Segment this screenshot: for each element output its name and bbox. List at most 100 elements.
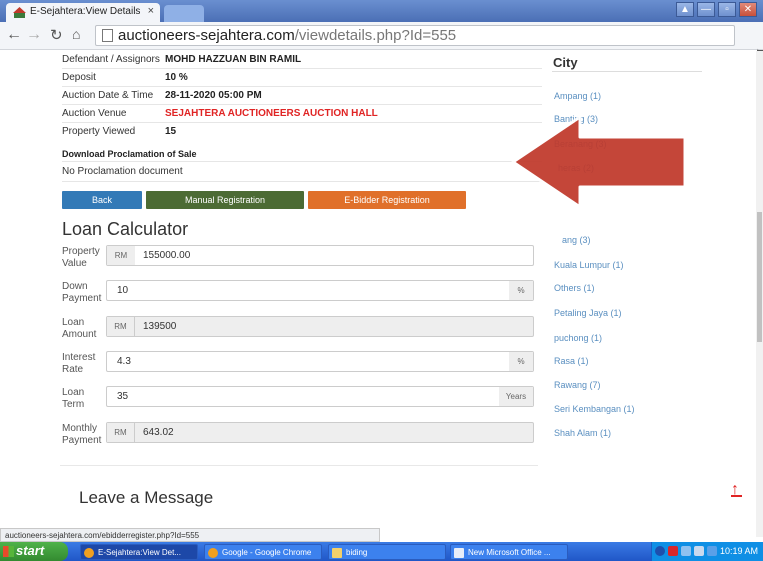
display-icon[interactable] — [707, 546, 717, 556]
detail-row: Deposit 10 % — [62, 69, 542, 87]
taskbar-label: Google - Google Chrome — [222, 548, 312, 557]
interest-rate-text: 4.3 — [117, 356, 131, 367]
loan-calculator-title: Loan Calculator — [62, 219, 189, 239]
interest-rate-label: Interest Rate — [62, 352, 96, 375]
city-link[interactable]: Ampang (1) — [554, 91, 601, 101]
taskbar-item-esejahtera[interactable]: E-Sejahtera:View Det... — [80, 544, 198, 560]
detail-label: Defendant / Assignors — [62, 54, 160, 65]
minimize-button[interactable]: — — [697, 2, 715, 17]
detail-label: Deposit — [62, 72, 96, 83]
forward-arrow-icon[interactable]: → — [26, 26, 42, 44]
chrome-icon — [208, 548, 218, 558]
detail-row: Auction Venue SEJAHTERA AUCTIONEERS AUCTI… — [62, 105, 542, 123]
currency-addon: RM — [107, 423, 135, 442]
detail-label: Auction Date & Time — [62, 90, 154, 101]
page-icon — [102, 29, 113, 42]
monthly-payment-text: 643.02 — [143, 427, 174, 438]
down-payment-field[interactable]: 10 % — [106, 280, 534, 301]
loan-term-label: Loan Term — [62, 387, 85, 410]
tab-title: E-Sejahtera:View Details — [30, 6, 141, 17]
detail-value: MOHD HAZZUAN BIN RAMIL — [165, 54, 302, 65]
taskbar-label: E-Sejahtera:View Det... — [98, 548, 182, 557]
back-button[interactable]: Back — [62, 191, 142, 209]
windows-flag-icon — [3, 546, 14, 557]
volume-icon[interactable] — [694, 546, 704, 556]
taskbar-label: biding — [346, 548, 368, 557]
back-to-top-icon[interactable]: ↑ — [731, 481, 742, 498]
currency-addon: RM — [107, 317, 135, 336]
scrollbar-thumb[interactable] — [757, 212, 762, 342]
new-tab-button[interactable] — [164, 5, 204, 22]
monthly-payment-field: RM 643.02 — [106, 422, 534, 443]
profile-button[interactable]: ▲ — [676, 2, 694, 17]
address-bar[interactable]: auctioneers-sejahtera.com/viewdetails.ph… — [95, 25, 735, 46]
interest-rate-field[interactable]: 4.3 % — [106, 351, 534, 372]
down-payment-label: Down Payment — [62, 281, 102, 304]
detail-row: Defendant / Assignors MOHD HAZZUAN BIN RA… — [62, 51, 542, 69]
system-tray: 10:19 AM — [651, 542, 763, 561]
loan-amount-label: Loan Amount — [62, 317, 97, 340]
close-window-button[interactable]: ✕ — [739, 2, 757, 17]
browser-tab-active[interactable]: E-Sejahtera:View Details × — [6, 3, 160, 22]
page-content: Defendant / Assignors MOHD HAZZUAN BIN RA… — [0, 51, 763, 537]
detail-value: 15 — [165, 126, 177, 137]
back-to-top-glyph: ↑ — [731, 481, 739, 498]
status-bar-url: auctioneers-sejahtera.com/ebidderregiste… — [0, 528, 380, 542]
url-text: auctioneers-sejahtera.com/viewdetails.ph… — [118, 27, 456, 44]
percent-addon: % — [509, 352, 533, 371]
home-icon[interactable]: ⌂ — [72, 26, 80, 42]
no-proclamation-text: No Proclamation document — [62, 166, 183, 177]
city-link[interactable]: Rasa (1) — [554, 356, 589, 366]
city-link[interactable]: Rawang (7) — [554, 380, 601, 390]
years-addon: Years — [499, 387, 533, 406]
manual-registration-button[interactable]: Manual Registration — [146, 191, 304, 209]
tab-close-icon[interactable]: × — [148, 5, 154, 17]
taskbar-item-biding[interactable]: biding — [328, 544, 446, 560]
city-link[interactable]: puchong (1) — [554, 333, 602, 343]
taskbar-item-office[interactable]: New Microsoft Office ... — [450, 544, 568, 560]
url-path: /viewdetails.php?Id=555 — [294, 27, 457, 44]
taskbar-item-google-chrome[interactable]: Google - Google Chrome — [204, 544, 322, 560]
download-heading: Download Proclamation of Sale — [62, 149, 197, 159]
browser-toolbar: ← → ↻ ⌂ auctioneers-sejahtera.com/viewde… — [0, 22, 763, 62]
detail-label: Property Viewed — [62, 126, 136, 137]
detail-value: 10 % — [165, 72, 188, 83]
city-link[interactable]: Beranang (3) — [554, 139, 607, 149]
network-icon[interactable] — [681, 546, 691, 556]
document-icon — [454, 548, 464, 558]
divider — [62, 181, 542, 182]
maximize-button[interactable]: ▫ — [718, 2, 736, 17]
detail-value: SEJAHTERA AUCTIONEERS AUCTION HALL — [165, 108, 378, 119]
divider — [62, 161, 542, 162]
property-value-field[interactable]: RM 155000.00 — [106, 245, 534, 266]
back-arrow-icon[interactable]: ← — [6, 26, 22, 44]
city-link[interactable]: ang (3) — [562, 235, 591, 245]
url-host: auctioneers-sejahtera.com — [118, 27, 295, 44]
detail-row: Auction Date & Time 28-11-2020 05:00 PM — [62, 87, 542, 105]
city-link[interactable]: Seri Kembangan (1) — [554, 404, 635, 414]
city-link[interactable]: Others (1) — [554, 283, 595, 293]
city-heading: City — [553, 55, 578, 70]
clock: 10:19 AM — [720, 546, 759, 556]
chrome-icon — [84, 548, 94, 558]
percent-addon: % — [509, 281, 533, 300]
monthly-payment-label: Monthly Payment — [62, 423, 102, 446]
start-button[interactable]: start — [0, 542, 68, 561]
antivirus-icon[interactable] — [668, 546, 678, 556]
city-link[interactable]: heras (2) — [558, 163, 594, 173]
city-link[interactable]: Kuala Lumpur (1) — [554, 260, 624, 270]
detail-row: Property Viewed 15 — [62, 123, 542, 141]
loan-term-field[interactable]: 35 Years — [106, 386, 534, 407]
site-favicon-icon — [13, 7, 26, 18]
reload-icon[interactable]: ↻ — [50, 26, 63, 44]
city-link[interactable]: Shah Alam (1) — [554, 428, 611, 438]
down-payment-text: 10 — [117, 285, 129, 296]
loan-amount-field: RM 139500 — [106, 316, 534, 337]
detail-label: Auction Venue — [62, 108, 127, 119]
ebidder-registration-button[interactable]: E-Bidder Registration — [308, 191, 466, 209]
divider — [552, 71, 702, 72]
city-link[interactable]: Banting (3) — [554, 114, 598, 124]
city-link[interactable]: Petaling Jaya (1) — [554, 308, 622, 318]
tray-arrow-icon[interactable] — [655, 546, 665, 556]
taskbar-label: New Microsoft Office ... — [468, 548, 551, 557]
